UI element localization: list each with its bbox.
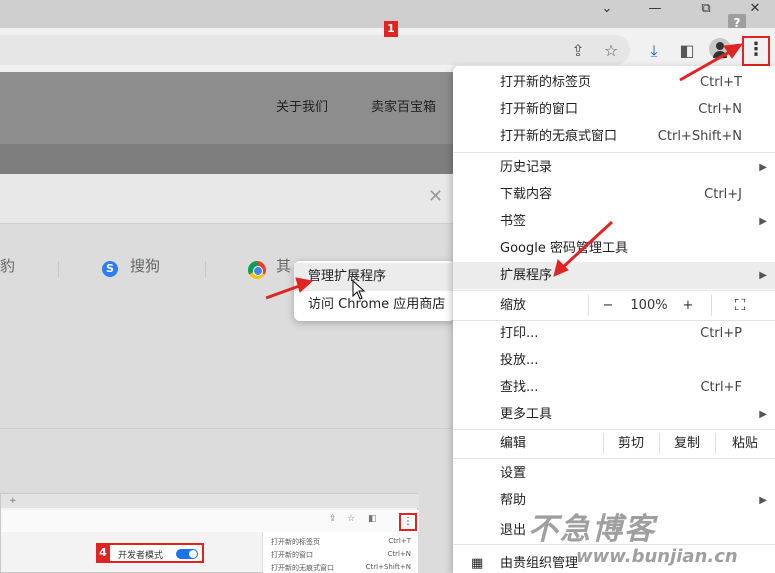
sogou-icon: S	[102, 261, 118, 277]
engine-divider	[205, 261, 206, 277]
mini-toolbar: ⇪ ☆ ◧	[1, 510, 419, 532]
chrome-web-store-item[interactable]: 访问 Chrome 应用商店	[294, 291, 455, 319]
chevron-right-icon: ▶	[759, 409, 767, 420]
search-area	[0, 174, 455, 224]
menu-item-settings[interactable]: 设置	[453, 460, 775, 487]
developer-mode-toggle	[176, 549, 198, 559]
menu-item-print[interactable]: 打印... Ctrl+P	[453, 320, 775, 347]
menu-item-downloads[interactable]: 下载内容 Ctrl+J	[453, 181, 775, 208]
menu-separator	[453, 152, 775, 153]
menu-item-find[interactable]: 查找... Ctrl+F	[453, 374, 775, 401]
menu-item-extensions[interactable]: 扩展程序 ▶	[453, 262, 775, 289]
star-icon[interactable]: ☆	[600, 40, 622, 62]
nav-link-about[interactable]: 关于我们	[276, 96, 328, 115]
address-bar[interactable]	[0, 35, 630, 65]
menu-item-bookmarks[interactable]: 书签 ▶	[453, 208, 775, 235]
share-icon[interactable]: ⇪	[567, 40, 589, 62]
step-badge-1: 1	[384, 21, 398, 37]
menu-item-new-window[interactable]: 打开新的窗口 Ctrl+N	[453, 96, 775, 123]
close-icon[interactable]: ✕	[428, 186, 443, 207]
step-badge-4: 4	[96, 545, 110, 561]
tab-search-icon[interactable]: ⌄	[587, 0, 627, 20]
minimize-button[interactable]: —	[635, 0, 675, 20]
menu-item-password-manager[interactable]: Google 密码管理工具	[453, 235, 775, 262]
mini-menu-row: 打开新的无痕式窗口 Ctrl+Shift+N	[271, 563, 411, 572]
download-icon[interactable]: ⤓	[643, 40, 665, 62]
developer-mode-box: 开发者模式	[96, 543, 204, 563]
mini-menu-row: 打开新的标签页 Ctrl+T	[271, 537, 411, 546]
developer-mode-label: 开发者模式	[118, 551, 164, 561]
chevron-right-icon: ▶	[759, 216, 767, 227]
chrome-menu-button[interactable]: ⋮	[742, 36, 770, 66]
restore-button[interactable]: ⧉	[686, 0, 726, 20]
mini-share-icon: ⇪	[329, 514, 337, 524]
building-icon: ▦	[471, 556, 484, 571]
fullscreen-icon[interactable]: ⛶	[723, 292, 757, 319]
divider	[0, 428, 455, 429]
engine-label-sogou[interactable]: 搜狗	[130, 255, 160, 276]
watermark-url: www.bunjian.cn	[576, 546, 738, 567]
profile-avatar[interactable]	[709, 38, 731, 60]
mini-tab-strip: +	[1, 494, 419, 508]
menu-item-zoom: 缩放 − 100% + ⛶	[453, 292, 775, 319]
mini-star-icon: ☆	[347, 514, 356, 524]
manage-extensions-item[interactable]: 管理扩展程序	[294, 263, 455, 291]
mini-menu: 打开新的标签页 Ctrl+T 打开新的窗口 Ctrl+N 打开新的无痕式窗口 Ctrl…	[262, 532, 418, 573]
copy-button[interactable]: 复制	[661, 430, 713, 457]
chrome-main-menu: 打开新的标签页 Ctrl+T 打开新的窗口 Ctrl+N 打开新的无痕式窗口 Ctrl…	[453, 66, 775, 573]
watermark-logo: 不急博客	[528, 512, 656, 547]
chevron-right-icon: ▶	[759, 495, 767, 506]
engine-label-partial[interactable]: 豹	[0, 255, 15, 276]
menu-separator	[453, 458, 775, 459]
menu-item-edit: 编辑 剪切 复制 粘贴	[453, 430, 775, 457]
mini-menu-icon: ⋮	[399, 513, 417, 531]
menu-item-history[interactable]: 历史记录 ▶	[453, 154, 775, 181]
mini-menu-row: 打开新的窗口 Ctrl+N	[271, 550, 411, 559]
mini-sidepanel-icon: ◧	[368, 514, 377, 524]
zoom-in-button[interactable]: +	[675, 292, 701, 319]
cut-button[interactable]: 剪切	[605, 430, 657, 457]
chevron-right-icon: ▶	[759, 270, 767, 281]
zoom-out-button[interactable]: −	[593, 292, 623, 319]
extensions-submenu: 管理扩展程序 访问 Chrome 应用商店	[294, 261, 455, 321]
zoom-level: 100%	[630, 298, 668, 313]
chevron-right-icon: ▶	[759, 162, 767, 173]
nav-link-toolbox[interactable]: 卖家百宝箱	[371, 96, 436, 115]
paste-button[interactable]: 粘贴	[717, 430, 773, 457]
menu-item-cast[interactable]: 投放...	[453, 347, 775, 374]
engine-divider	[58, 261, 59, 277]
mouse-cursor-icon	[352, 280, 366, 300]
menu-item-more-tools[interactable]: 更多工具 ▶	[453, 401, 775, 428]
menu-item-new-tab[interactable]: 打开新的标签页 Ctrl+T	[453, 69, 775, 96]
side-panel-icon[interactable]: ◧	[676, 40, 698, 62]
chrome-icon	[248, 261, 266, 279]
menu-separator	[453, 290, 775, 291]
menu-item-incognito[interactable]: 打开新的无痕式窗口 Ctrl+Shift+N	[453, 123, 775, 150]
engine-label-other[interactable]: 其	[276, 255, 291, 276]
